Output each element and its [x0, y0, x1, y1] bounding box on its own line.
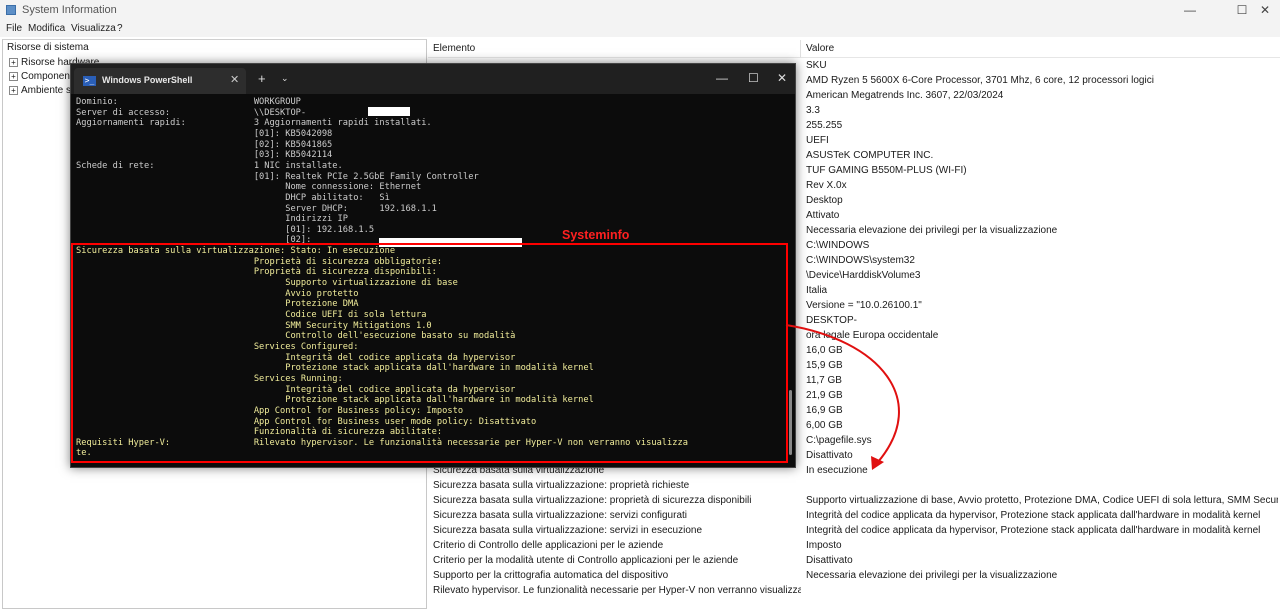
annotation-arrow — [785, 324, 900, 470]
